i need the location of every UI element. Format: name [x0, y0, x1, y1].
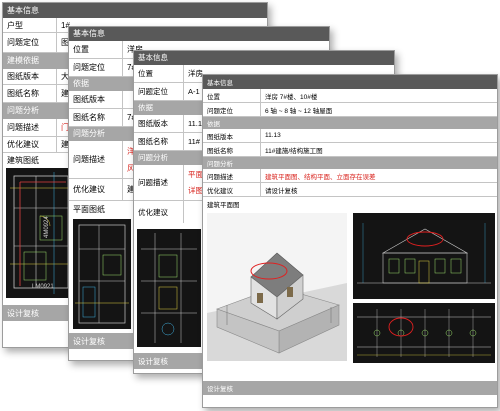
elevation-drawing	[353, 213, 495, 299]
section-basic-header: 基本信息	[3, 3, 267, 18]
drawing-name-row: 图纸名称 11#建施/结构施工图	[203, 143, 497, 157]
dim-label-1: 4M0924	[44, 216, 50, 238]
section-drawing	[137, 229, 201, 347]
section-analysis-header: 问题分析	[203, 157, 497, 169]
suggestion-row: 优化建议 请设计复核	[203, 183, 497, 197]
model-3d-view	[207, 213, 347, 361]
floor-plan-drawing: 4M0924 LM0921	[6, 168, 76, 298]
dim-label-2: LM0921	[32, 284, 54, 290]
section-basic-header: 基本信息	[69, 27, 329, 41]
drawing-label-row: 建筑平面图	[207, 202, 240, 209]
section-basic-header: 基本信息	[134, 51, 394, 65]
roof-plan-drawing	[353, 303, 495, 363]
section-basis-header: 依据	[203, 117, 497, 129]
problem-location-row: 问题定位 6 轴 ~ 8 轴 ~ 12 轴屋面	[203, 103, 497, 117]
drawing-version-row: 图纸版本 11.13	[203, 129, 497, 143]
report-card-4: 基本信息 位置 洋房 7#楼、10#楼 问题定位 6 轴 ~ 8 轴 ~ 12 …	[202, 74, 498, 408]
issue-row: 问题描述 建筑平面图、结构平面、立面存在误差	[203, 169, 497, 183]
section-basic-header: 基本信息	[203, 75, 497, 89]
plan-drawing	[73, 219, 131, 329]
footer-bar: 设计复核	[203, 381, 497, 395]
position-row: 位置 洋房 7#楼、10#楼	[203, 89, 497, 103]
